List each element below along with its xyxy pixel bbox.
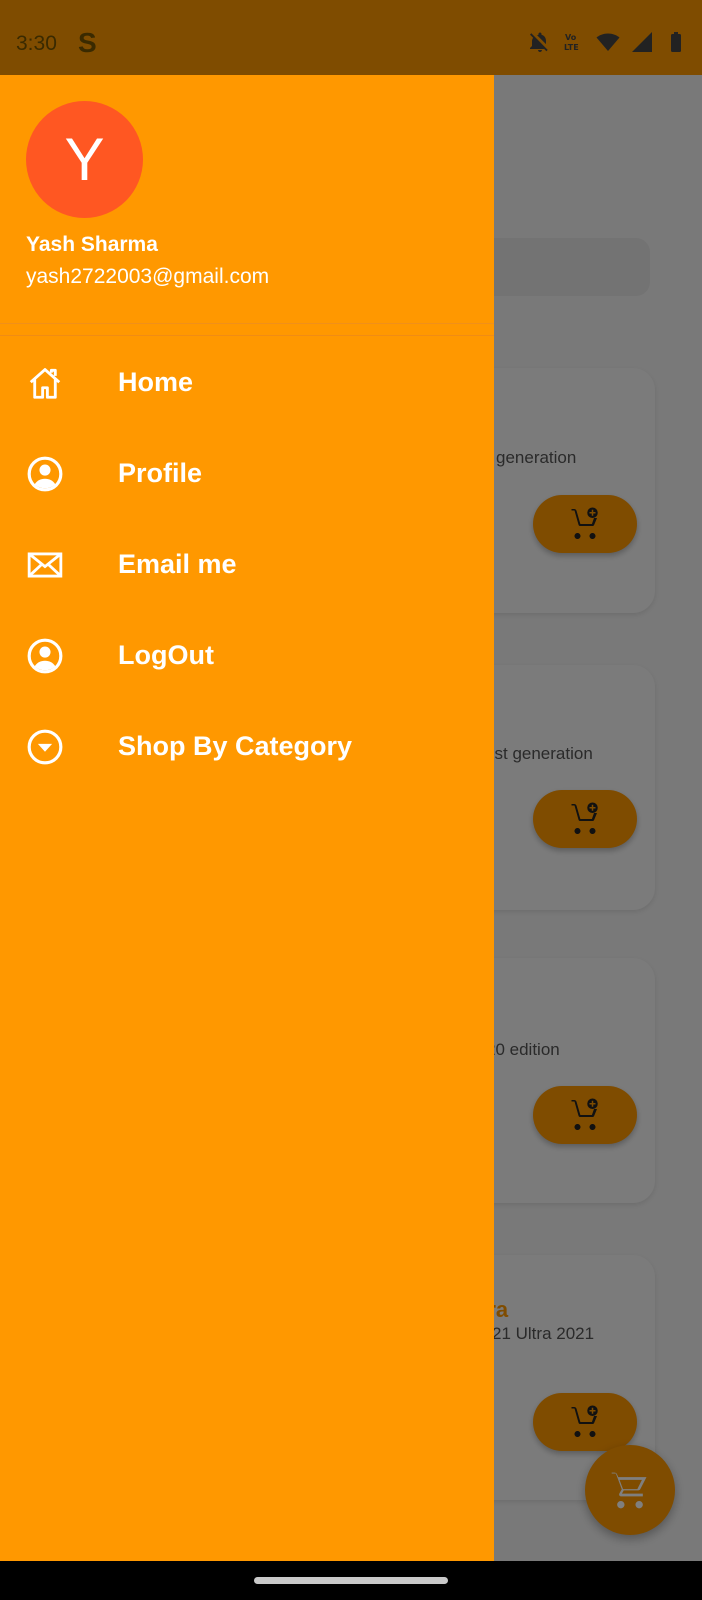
mail-icon (26, 546, 64, 584)
menu-label: Shop By Category (118, 731, 353, 761)
status-bar: 3:30 S Vo LTE (0, 0, 702, 75)
avatar[interactable]: Y (26, 101, 143, 218)
battery-icon (671, 32, 681, 52)
svg-text:Vo: Vo (565, 33, 577, 42)
mute-icon (530, 32, 548, 52)
menu-label: Home (118, 367, 194, 397)
menu-item-profile[interactable]: Profile (0, 428, 494, 519)
home-icon (26, 364, 64, 402)
menu-label: Profile (118, 458, 203, 488)
account-circle-icon (26, 637, 64, 675)
user-name: Yash Sharma (26, 233, 158, 256)
menu-label: LogOut (118, 640, 214, 670)
menu-item-logout[interactable]: LogOut (0, 610, 494, 701)
drawer-menu: Home Profile Email me LogOut Shop By Cat… (0, 337, 494, 792)
menu-item-email[interactable]: Email me (0, 519, 494, 610)
drawer-divider (0, 335, 494, 336)
user-email: yash2722003@gmail.com (26, 265, 270, 288)
home-gesture-handle[interactable] (254, 1577, 448, 1584)
account-circle-icon (26, 455, 64, 493)
wifi-icon (596, 33, 620, 51)
volte-icon: VoLTE (564, 33, 579, 52)
system-navigation-bar (0, 1561, 702, 1600)
drawer-header: Y Yash Sharma yash2722003@gmail.com (0, 75, 494, 324)
svg-text:LTE: LTE (564, 43, 579, 52)
chevron-down-circle-icon (26, 728, 64, 766)
menu-item-home[interactable]: Home (0, 337, 494, 428)
status-icons: Vo LTE (528, 30, 688, 54)
menu-label: Email me (118, 549, 237, 579)
status-time: 3:30 (16, 32, 57, 55)
navigation-drawer: Y Yash Sharma yash2722003@gmail.com Home… (0, 75, 494, 1561)
app-notification-icon: S (78, 27, 97, 58)
signal-icon (632, 32, 652, 52)
menu-item-shop-by-category[interactable]: Shop By Category (0, 701, 494, 792)
